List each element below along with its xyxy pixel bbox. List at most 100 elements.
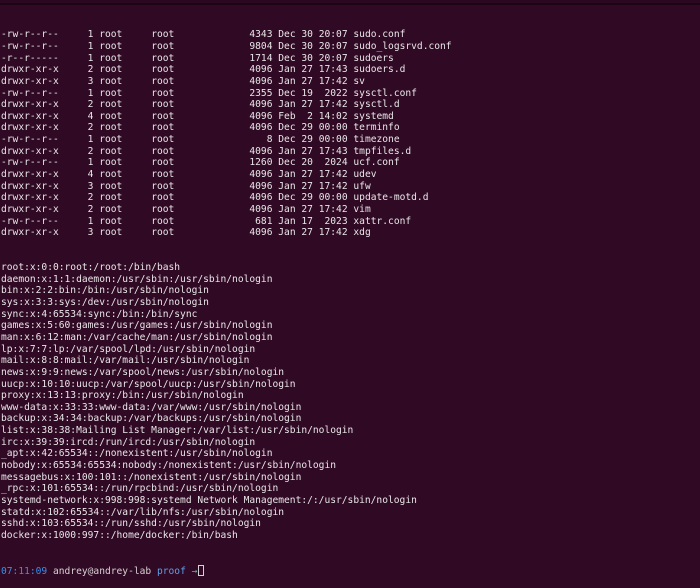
ls-links: 3 bbox=[58, 180, 94, 192]
ls-day: 27 bbox=[301, 99, 313, 111]
ls-day: 30 bbox=[301, 29, 313, 41]
ls-perms: drwxr-xr-x bbox=[1, 122, 59, 134]
ls-group: root bbox=[151, 64, 204, 76]
ls-time: 2022 bbox=[318, 87, 348, 99]
ls-owner: root bbox=[99, 157, 152, 169]
ls-month: Dec bbox=[278, 192, 296, 204]
ls-row: -rw-r--r-- 1 root root 2355 Dec 19 2022 … bbox=[0, 88, 700, 100]
ls-size: 4096 bbox=[203, 145, 273, 157]
ls-day: 30 bbox=[301, 40, 313, 52]
text-cursor[interactable] bbox=[198, 564, 205, 576]
passwd-line: sys:x:3:3:sys:/dev:/usr/sbin/nologin bbox=[1, 297, 209, 309]
ls-size: 4096 bbox=[203, 169, 273, 180]
ls-size: 4096 bbox=[203, 227, 273, 239]
ls-perms: drwxr-xr-x bbox=[1, 192, 59, 204]
ls-time: 00:00 bbox=[318, 192, 348, 204]
ls-size: 4096 bbox=[203, 75, 273, 87]
ls-month: Jan bbox=[278, 64, 296, 76]
passwd-line: nobody:x:65534:65534:nobody:/nonexistent… bbox=[1, 460, 337, 472]
passwd-line: man:x:6:12:man:/var/cache/man:/usr/sbin/… bbox=[1, 332, 273, 343]
ls-group: root bbox=[151, 75, 204, 87]
ls-day: 27 bbox=[301, 227, 313, 239]
prompt-arrow: → bbox=[191, 565, 198, 577]
ls-size: 4096 bbox=[203, 203, 273, 215]
ls-name: ucf.conf bbox=[353, 157, 400, 169]
ls-name: tmpfiles.d bbox=[353, 145, 412, 157]
ls-time: 2024 bbox=[318, 157, 348, 169]
ls-perms: drwxr-xr-x bbox=[1, 64, 59, 76]
ls-group: root bbox=[151, 215, 204, 227]
ls-time: 20:07 bbox=[318, 40, 348, 52]
ls-day: 19 bbox=[301, 87, 313, 99]
ls-name: systemd bbox=[353, 110, 394, 122]
passwd-line: www-data:x:33:33:www-data:/var/www:/usr/… bbox=[1, 401, 302, 413]
ls-month: Jan bbox=[278, 227, 296, 239]
ls-time: 20:07 bbox=[318, 29, 348, 41]
ls-size: 8 bbox=[203, 134, 273, 146]
ls-owner: root bbox=[99, 40, 152, 52]
ls-size: 9804 bbox=[203, 40, 273, 52]
ls-row: drwxr-xr-x 2 root root 4096 Jan 27 17:42… bbox=[0, 204, 700, 216]
ls-owner: root bbox=[99, 134, 152, 146]
passwd-line: bin:x:2:2:bin:/bin:/usr/sbin/nologin bbox=[1, 285, 209, 297]
ls-month: Dec bbox=[278, 134, 296, 146]
ls-owner: root bbox=[99, 169, 152, 180]
prompt-user-host: andrey@andrey-lab bbox=[53, 565, 152, 577]
ls-time: 20:07 bbox=[318, 52, 348, 64]
ls-owner: root bbox=[99, 87, 152, 99]
ls-links: 2 bbox=[58, 203, 94, 215]
ls-links: 1 bbox=[58, 52, 94, 64]
ls-perms: drwxr-xr-x bbox=[1, 169, 59, 180]
ls-size: 681 bbox=[203, 215, 273, 227]
ls-time: 17:42 bbox=[318, 203, 348, 215]
ls-perms: drwxr-xr-x bbox=[1, 75, 59, 87]
ls-name: vim bbox=[353, 203, 371, 215]
ls-row: drwxr-xr-x 2 root root 4096 Jan 27 17:42… bbox=[0, 99, 700, 111]
ls-row: -rw-r--r-- 1 root root 9804 Dec 30 20:07… bbox=[0, 41, 700, 53]
prompt-time: 07:11:09 bbox=[1, 565, 48, 577]
ls-time: 00:00 bbox=[318, 122, 348, 134]
ls-month: Dec bbox=[278, 87, 296, 99]
ls-time: 17:42 bbox=[318, 169, 348, 180]
window-top-divider bbox=[0, 3, 700, 5]
ls-day: 27 bbox=[301, 64, 313, 76]
passwd-line: statd:x:102:65534::/var/lib/nfs:/usr/sbi… bbox=[1, 506, 285, 518]
ls-month: Jan bbox=[278, 215, 296, 227]
ls-size: 4096 bbox=[203, 99, 273, 111]
ls-name: sysctl.conf bbox=[353, 87, 417, 99]
ls-perms: drwxr-xr-x bbox=[1, 180, 59, 192]
ls-links: 3 bbox=[58, 227, 94, 239]
ls-perms: drwxr-xr-x bbox=[1, 145, 59, 157]
ls-month: Jan bbox=[278, 75, 296, 87]
ls-month: Jan bbox=[278, 203, 296, 215]
passwd-line: _apt:x:42:65534::/nonexistent:/usr/sbin/… bbox=[1, 448, 273, 460]
passwd-line: irc:x:39:39:ircd:/run/ircd:/usr/sbin/nol… bbox=[1, 436, 256, 448]
ls-group: root bbox=[151, 227, 204, 239]
ls-time: 2023 bbox=[318, 215, 348, 227]
ls-row: drwxr-xr-x 2 root root 4096 Jan 27 17:43… bbox=[0, 146, 700, 158]
ls-links: 1 bbox=[58, 215, 94, 227]
ls-owner: root bbox=[99, 215, 152, 227]
ls-row: drwxr-xr-x 2 root root 4096 Dec 29 00:00… bbox=[0, 192, 700, 204]
ls-group: root bbox=[151, 169, 204, 180]
ls-links: 4 bbox=[58, 110, 94, 122]
ls-name: sysctl.d bbox=[353, 99, 400, 111]
passwd-line: root:x:0:0:root:/root:/bin/bash bbox=[1, 262, 181, 274]
ls-day: 30 bbox=[301, 52, 313, 64]
ls-month: Dec bbox=[278, 157, 296, 169]
ls-owner: root bbox=[99, 52, 152, 64]
ls-owner: root bbox=[99, 203, 152, 215]
ls-perms: drwxr-xr-x bbox=[1, 227, 59, 239]
ls-perms: -r--r----- bbox=[1, 52, 59, 64]
ls-owner: root bbox=[99, 64, 152, 76]
ls-owner: root bbox=[99, 180, 152, 192]
ls-day: 2 bbox=[301, 110, 313, 122]
ls-perms: -rw-r--r-- bbox=[1, 40, 59, 52]
ls-day: 17 bbox=[301, 215, 313, 227]
ls-month: Jan bbox=[278, 180, 296, 192]
ls-row: -r--r----- 1 root root 1714 Dec 30 20:07… bbox=[0, 53, 700, 65]
shell-prompt[interactable]: 07:11:09 andrey@andrey-lab proof → bbox=[0, 564, 700, 577]
terminal-output[interactable]: -rw-r--r-- 1 root root 4343 Dec 30 20:07… bbox=[0, 6, 700, 577]
ls-day: 27 bbox=[301, 75, 313, 87]
ls-links: 1 bbox=[58, 40, 94, 52]
